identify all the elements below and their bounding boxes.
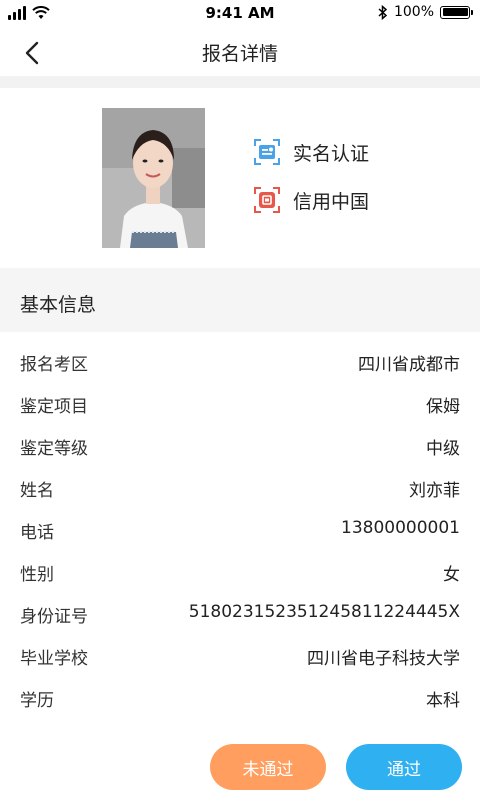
- bluetooth-icon: [378, 4, 388, 20]
- info-row-id-number: 身份证号 518023152351245811224445X: [0, 594, 480, 636]
- info-row-name: 姓名 刘亦菲: [0, 468, 480, 510]
- verification-list: 实名认证 信用中国: [254, 138, 369, 234]
- info-row-gender: 性别 女: [0, 552, 480, 594]
- info-value: 保姆: [426, 397, 460, 417]
- info-row-school: 毕业学校 四川省电子科技大学: [0, 636, 480, 678]
- action-bar: 未通过 通过: [0, 744, 480, 800]
- info-value: 13800000001: [341, 518, 460, 538]
- approve-button[interactable]: 通过: [346, 744, 462, 790]
- nav-bar: 报名详情: [0, 28, 480, 76]
- avatar-photo: [102, 108, 205, 248]
- info-row-education: 学历 本科: [0, 678, 480, 720]
- page-title: 报名详情: [201, 43, 278, 65]
- section-title: 基本信息: [20, 294, 97, 316]
- info-label: 性别: [20, 565, 54, 585]
- info-value: 女: [443, 565, 460, 585]
- info-value: 四川省成都市: [358, 355, 460, 375]
- info-label: 学历: [20, 691, 54, 711]
- verify-item-credit[interactable]: 信用中国: [254, 186, 369, 214]
- section-header: 基本信息: [0, 268, 480, 332]
- divider: [0, 76, 480, 88]
- info-value: 四川省电子科技大学: [307, 649, 460, 669]
- battery-percent: 100%: [393, 4, 434, 20]
- info-label: 身份证号: [20, 607, 88, 627]
- info-label: 鉴定等级: [20, 439, 88, 459]
- battery-icon: [440, 5, 473, 19]
- info-row-phone: 电话 13800000001: [0, 510, 480, 552]
- credit-scan-icon: [254, 187, 280, 213]
- verify-label-credit: 信用中国: [293, 190, 370, 213]
- reject-button[interactable]: 未通过: [210, 744, 326, 790]
- info-list: 报名考区 四川省成都市 鉴定项目 保姆 鉴定等级 中级 姓名 刘亦菲 电话 13…: [0, 342, 480, 720]
- id-scan-icon: [254, 139, 280, 165]
- verify-label-realname: 实名认证: [293, 142, 370, 165]
- info-label: 电话: [20, 523, 54, 543]
- info-label: 报名考区: [20, 355, 88, 375]
- info-row-exam-area: 报名考区 四川省成都市: [0, 342, 480, 384]
- info-label: 姓名: [20, 481, 54, 501]
- info-row-level: 鉴定等级 中级: [0, 426, 480, 468]
- info-value: 本科: [426, 691, 460, 711]
- profile-card: 实名认证 信用中国: [0, 88, 480, 268]
- info-value: 刘亦菲: [409, 481, 460, 501]
- info-row-project: 鉴定项目 保姆: [0, 384, 480, 426]
- info-label: 毕业学校: [20, 649, 88, 669]
- verify-item-realname[interactable]: 实名认证: [254, 138, 369, 166]
- info-label: 鉴定项目: [20, 397, 88, 417]
- info-value: 中级: [426, 439, 460, 459]
- battery-fill: [442, 8, 468, 16]
- status-bar: 9:41 AM 100%: [0, 0, 480, 28]
- status-right: 100%: [378, 4, 473, 20]
- info-value: 518023152351245811224445X: [188, 602, 460, 622]
